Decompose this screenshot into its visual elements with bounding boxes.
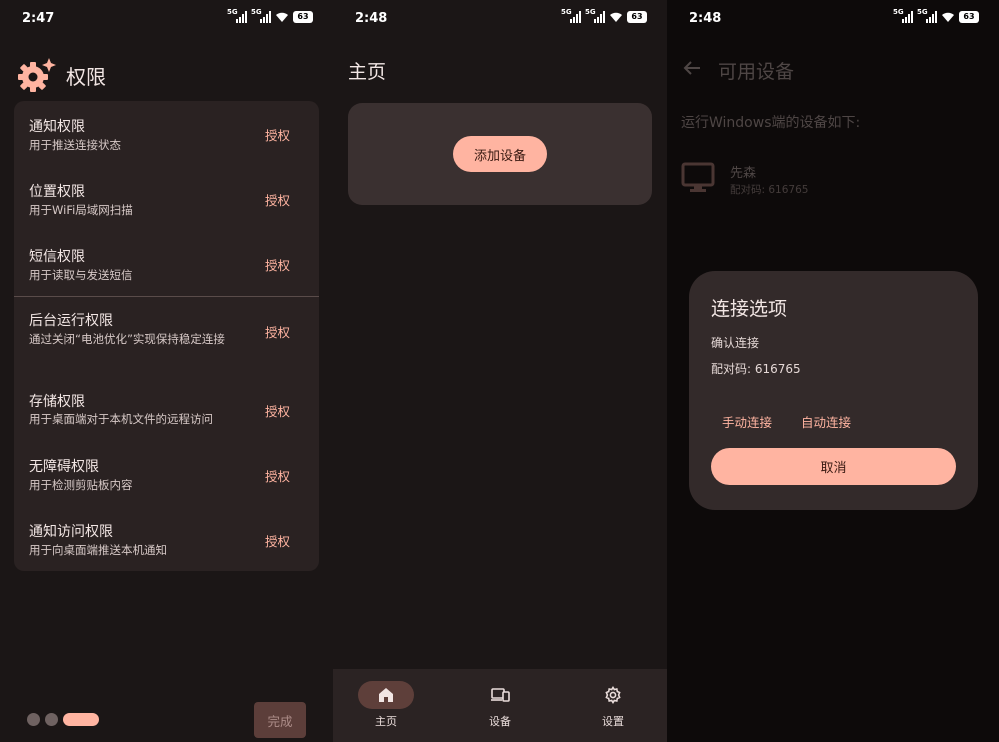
manual-connect-button[interactable]: 手动连接 [722, 412, 772, 431]
page-title: 主页 [348, 61, 387, 83]
bottom-nav: 主页 设备 设置 [333, 669, 667, 742]
device-name: 先森 [730, 166, 757, 181]
status-icons: 5G 5G 63 [227, 8, 313, 23]
permission-desc: 用于检测剪贴板内容 [29, 478, 133, 492]
nav-item-devices[interactable]: 设备 [450, 669, 550, 742]
permission-title: 短信权限 [29, 249, 85, 265]
done-button[interactable]: 完成 [254, 702, 306, 738]
permission-desc: 用于WiFi局域网扫描 [29, 203, 133, 217]
dialog-title: 连接选项 [711, 298, 788, 320]
wifi-icon [942, 12, 954, 22]
auto-connect-button[interactable]: 自动连接 [801, 412, 851, 431]
grant-button[interactable]: 授权 [265, 531, 290, 550]
nav-item-settings[interactable]: 设置 [563, 669, 663, 742]
cancel-button[interactable]: 取消 [711, 448, 956, 485]
permission-title: 位置权限 [29, 184, 85, 200]
page-dot-active [63, 713, 99, 726]
grant-button[interactable]: 授权 [265, 466, 290, 485]
status-bar: 2:48 5G 5G 63 [333, 0, 667, 38]
nav-label: 设置 [602, 715, 624, 728]
permission-desc: 用于读取与发送短信 [29, 268, 133, 282]
device-list-item[interactable]: 先森 配对码: 616765 [681, 160, 981, 200]
back-arrow-icon[interactable] [681, 57, 703, 79]
monitor-icon [681, 162, 715, 192]
status-icons: 5G 5G 63 [893, 8, 979, 23]
permission-desc: 用于向桌面端推送本机通知 [29, 543, 167, 557]
nav-label: 主页 [375, 715, 397, 728]
battery-icon: 63 [959, 11, 979, 23]
home-icon [358, 681, 414, 709]
grant-button[interactable]: 授权 [265, 322, 290, 341]
permission-title: 通知权限 [29, 119, 85, 135]
status-bar: 2:47 5G 5G 63 [0, 0, 333, 38]
grant-button[interactable]: 授权 [265, 125, 290, 144]
battery-icon: 63 [627, 11, 647, 23]
permission-desc: 用于桌面端对于本机文件的远程访问 [29, 412, 213, 426]
status-bar: 2:48 5G 5G 63 [667, 0, 999, 38]
grant-button[interactable]: 授权 [265, 190, 290, 209]
page-dot [45, 713, 58, 726]
permissions-card: 通知权限 用于推送连接状态 授权 位置权限 用于WiFi局域网扫描 授权 短信权… [14, 101, 319, 571]
permission-title: 通知访问权限 [29, 524, 113, 540]
devices-screen: 2:48 5G 5G 63 可用设备 运行Windows端的设备如下: 先森 配… [667, 0, 999, 742]
devices-subtitle: 运行Windows端的设备如下: [681, 115, 861, 131]
signal-icon: 5G [585, 8, 605, 23]
permission-desc: 用于推送连接状态 [29, 138, 121, 152]
grant-button[interactable]: 授权 [265, 401, 290, 420]
signal-icon: 5G [227, 8, 247, 23]
status-time: 2:48 [689, 11, 722, 26]
page-dot [27, 713, 40, 726]
page-title: 可用设备 [718, 61, 795, 83]
device-pair-code: 配对码: 616765 [730, 184, 809, 196]
devices-icon [472, 681, 528, 709]
permissions-header: 权限 [16, 56, 106, 94]
signal-icon: 5G [893, 8, 913, 23]
permission-title: 存储权限 [29, 394, 85, 410]
status-icons: 5G 5G 63 [561, 8, 647, 23]
grant-button[interactable]: 授权 [265, 255, 290, 274]
wifi-icon [276, 12, 288, 22]
home-screen: 2:48 5G 5G 63 主页 添加设备 主页 设备 设置 [333, 0, 667, 742]
dialog-message: 确认连接 [711, 336, 760, 350]
settings-icon [585, 681, 641, 709]
connection-dialog: 连接选项 确认连接 配对码: 616765 手动连接 自动连接 取消 [689, 271, 978, 510]
signal-icon: 5G [561, 8, 581, 23]
gear-sparkle-icon [18, 58, 56, 92]
page-indicator [27, 713, 99, 726]
dialog-pair-code: 配对码: 616765 [711, 362, 801, 376]
battery-icon: 63 [293, 11, 313, 23]
wifi-icon [610, 12, 622, 22]
divider [14, 296, 319, 297]
permission-title: 无障碍权限 [29, 459, 99, 475]
status-time: 2:47 [22, 11, 55, 26]
permission-desc: 通过关闭“电池优化”实现保持稳定连接 [29, 332, 225, 346]
add-device-button[interactable]: 添加设备 [453, 136, 547, 172]
signal-icon: 5G [251, 8, 271, 23]
nav-label: 设备 [489, 715, 511, 728]
permission-title: 后台运行权限 [29, 313, 113, 329]
permissions-screen: 2:47 5G 5G 63 权限 通知权限 用于推送连接状态 授权 位置权限 用… [0, 0, 333, 742]
nav-item-home[interactable]: 主页 [336, 669, 436, 742]
signal-icon: 5G [917, 8, 937, 23]
status-time: 2:48 [355, 11, 388, 26]
page-title: 权限 [66, 64, 106, 89]
